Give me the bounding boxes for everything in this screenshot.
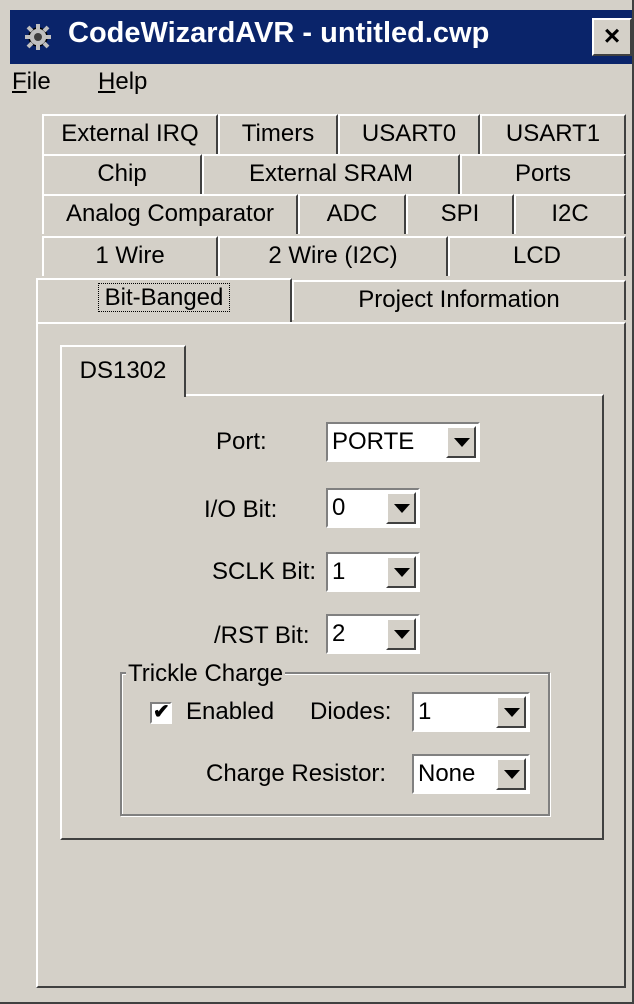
- tab-external-sram[interactable]: External SRAM: [202, 154, 460, 194]
- tab-i2c[interactable]: I2C: [514, 194, 626, 234]
- io-bit-dropdown-button[interactable]: [386, 492, 416, 524]
- main-window: CodeWizardAVR - untitled.cwp × File Help…: [0, 0, 634, 1004]
- sclk-bit-label: SCLK Bit:: [212, 558, 317, 585]
- chevron-down-icon: [394, 568, 410, 577]
- close-icon: ×: [603, 20, 621, 51]
- tab-external-irq[interactable]: External IRQ: [42, 114, 218, 154]
- tab-usart0[interactable]: USART0: [338, 114, 480, 154]
- chevron-down-icon: [504, 708, 520, 717]
- sclk-bit-dropdown-button[interactable]: [386, 556, 416, 588]
- menu-bar: File Help: [10, 66, 632, 98]
- port-dropdown-button[interactable]: [446, 426, 476, 458]
- tab-analog-comparator[interactable]: Analog Comparator: [42, 194, 298, 234]
- chevron-down-icon: [504, 770, 520, 779]
- gear-icon: [25, 24, 51, 50]
- charge-resistor-select[interactable]: None: [412, 754, 530, 794]
- tab-timers[interactable]: Timers: [218, 114, 338, 154]
- tab-adc[interactable]: ADC: [298, 194, 406, 234]
- chevron-down-icon: [394, 504, 410, 513]
- tab-1-wire[interactable]: 1 Wire: [42, 236, 218, 276]
- rst-bit-label: /RST Bit:: [214, 622, 310, 649]
- charge-resistor-label: Charge Resistor:: [206, 760, 387, 787]
- tab-ds1302[interactable]: DS1302: [60, 345, 186, 397]
- diodes-select[interactable]: 1: [412, 692, 530, 732]
- trickle-charge-title: Trickle Charge: [126, 660, 286, 688]
- menu-file[interactable]: File: [12, 68, 51, 96]
- tab-project-information[interactable]: Project Information: [292, 280, 626, 320]
- enabled-label[interactable]: Enabled: [186, 698, 274, 726]
- title-bar[interactable]: CodeWizardAVR - untitled.cwp ×: [10, 10, 632, 64]
- tab-bit-banged[interactable]: Bit-Banged: [36, 278, 292, 322]
- io-bit-label: I/O Bit:: [204, 496, 278, 523]
- enabled-checkbox[interactable]: ✔: [150, 701, 172, 724]
- checkmark-icon: ✔: [153, 701, 170, 723]
- diodes-dropdown-button[interactable]: [496, 696, 526, 728]
- rst-bit-select[interactable]: 2: [326, 614, 420, 654]
- tab-chip[interactable]: Chip: [42, 154, 202, 194]
- rst-bit-dropdown-button[interactable]: [386, 618, 416, 650]
- close-button[interactable]: ×: [592, 18, 632, 56]
- tab-spi[interactable]: SPI: [406, 194, 514, 234]
- chevron-down-icon: [454, 438, 470, 447]
- window-title: CodeWizardAVR - untitled.cwp: [68, 17, 490, 49]
- sclk-bit-select[interactable]: 1: [326, 552, 420, 592]
- charge-resistor-dropdown-button[interactable]: [496, 758, 526, 790]
- port-label: Port:: [216, 428, 267, 455]
- menu-help[interactable]: Help: [98, 68, 147, 96]
- tab-lcd[interactable]: LCD: [448, 236, 626, 276]
- port-select[interactable]: PORTE: [326, 422, 480, 462]
- tab-2-wire-i2c[interactable]: 2 Wire (I2C): [218, 236, 448, 276]
- io-bit-select[interactable]: 0: [326, 488, 420, 528]
- diodes-label: Diodes:: [310, 698, 392, 725]
- tab-ports[interactable]: Ports: [460, 154, 626, 194]
- tab-usart1[interactable]: USART1: [480, 114, 626, 154]
- chevron-down-icon: [394, 630, 410, 639]
